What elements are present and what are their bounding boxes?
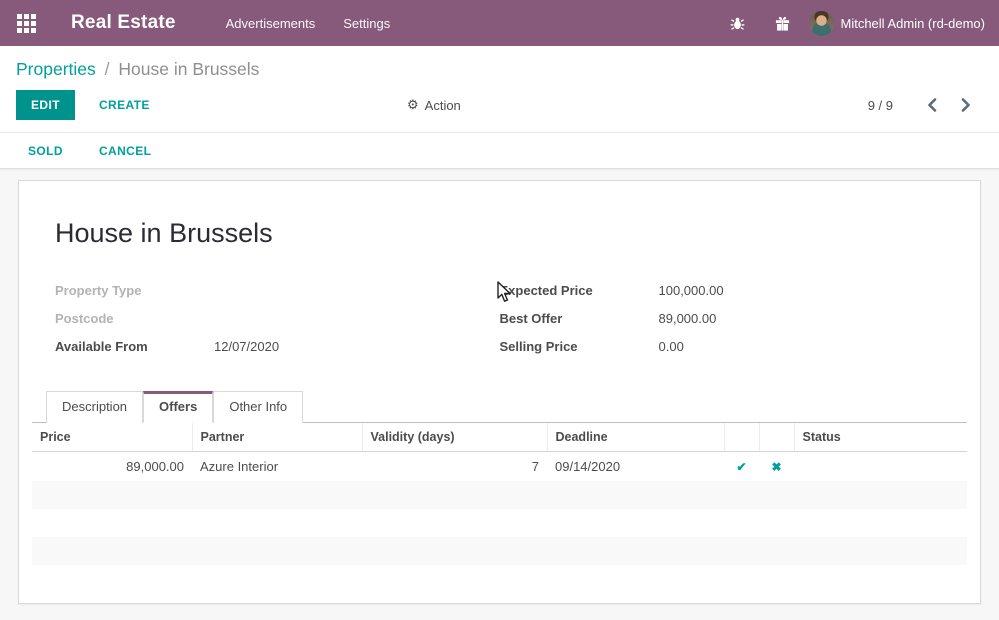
offer-row[interactable]: 89,000.00 Azure Interior 7 09/14/2020 ✔ … — [32, 452, 967, 482]
breadcrumb-current: House in Brussels — [118, 59, 259, 79]
offer-price: 89,000.00 — [32, 452, 192, 482]
user-name: Mitchell Admin (rd-demo) — [841, 16, 986, 31]
field-property-type: Property Type — [55, 283, 500, 300]
available-from-label: Available From — [55, 339, 214, 356]
status-column-header[interactable]: Status — [794, 423, 967, 452]
pager-next-button[interactable] — [949, 94, 983, 116]
available-from-value: 12/07/2020 — [214, 339, 279, 356]
field-available-from: Available From 12/07/2020 — [55, 339, 500, 356]
chevron-right-icon — [961, 98, 971, 112]
apps-menu-icon[interactable] — [0, 0, 53, 46]
field-best-offer: Best Offer 89,000.00 — [500, 311, 945, 328]
accept-column-header — [724, 423, 759, 452]
property-type-label: Property Type — [55, 283, 214, 300]
pager: 9 / 9 — [868, 94, 983, 116]
accept-offer-check-icon[interactable]: ✔ — [736, 460, 746, 474]
main-menu: Advertisements Settings — [212, 0, 405, 46]
expected-price-value: 100,000.00 — [659, 283, 724, 300]
form-statusbar: SOLD CANCEL — [0, 133, 999, 169]
user-avatar — [809, 11, 834, 36]
menu-settings[interactable]: Settings — [329, 0, 404, 46]
action-label: Action — [425, 98, 461, 113]
deadline-column-header[interactable]: Deadline — [547, 423, 724, 452]
breadcrumb-properties-link[interactable]: Properties — [16, 59, 96, 79]
expected-price-label: Expected Price — [500, 283, 659, 300]
field-selling-price: Selling Price 0.00 — [500, 339, 945, 356]
menu-advertisements[interactable]: Advertisements — [212, 0, 330, 46]
offer-validity: 7 — [362, 452, 547, 482]
offers-header-row: Price Partner Validity (days) Deadline S… — [32, 423, 967, 452]
offers-table: Price Partner Validity (days) Deadline S… — [32, 423, 967, 593]
top-navbar: Real Estate Advertisements Settings — [0, 0, 999, 46]
refuse-column-header — [759, 423, 794, 452]
tab-bar: Description Offers Other Info — [32, 390, 967, 423]
offer-status — [794, 452, 967, 482]
navbar-right: Mitchell Admin (rd-demo) — [715, 0, 999, 46]
grid-icon — [17, 14, 36, 33]
record-title: House in Brussels — [55, 218, 944, 249]
price-column-header[interactable]: Price — [32, 423, 192, 452]
field-group-right: Expected Price 100,000.00 Best Offer 89,… — [500, 283, 945, 367]
offer-partner: Azure Interior — [192, 452, 362, 482]
selling-price-label: Selling Price — [500, 339, 659, 356]
form-sheet: House in Brussels Property Type Postcode… — [18, 180, 981, 604]
empty-row — [32, 481, 967, 509]
tab-other-info[interactable]: Other Info — [213, 391, 303, 423]
action-menu-button[interactable]: ⚙ Action — [407, 97, 461, 113]
postcode-label: Postcode — [55, 311, 214, 328]
validity-column-header[interactable]: Validity (days) — [362, 423, 547, 452]
refuse-offer-x-icon[interactable]: ✖ — [771, 460, 781, 474]
tab-description[interactable]: Description — [46, 391, 143, 423]
empty-row — [32, 565, 967, 593]
gift-icon[interactable] — [760, 0, 805, 46]
breadcrumb: Properties / House in Brussels — [0, 46, 999, 90]
field-groups: Property Type Postcode Available From 12… — [55, 283, 944, 367]
user-menu[interactable]: Mitchell Admin (rd-demo) — [805, 0, 999, 46]
best-offer-label: Best Offer — [500, 311, 659, 328]
content-area: House in Brussels Property Type Postcode… — [0, 169, 999, 604]
partner-column-header[interactable]: Partner — [192, 423, 362, 452]
edit-button[interactable]: EDIT — [16, 90, 75, 120]
cancel-button[interactable]: CANCEL — [87, 138, 163, 164]
pager-previous-button[interactable] — [915, 94, 949, 116]
field-group-left: Property Type Postcode Available From 12… — [55, 283, 500, 367]
empty-row — [32, 509, 967, 537]
breadcrumb-separator: / — [101, 59, 114, 79]
offer-deadline: 09/14/2020 — [547, 452, 724, 482]
tab-offers[interactable]: Offers — [143, 391, 213, 423]
field-postcode: Postcode — [55, 311, 500, 328]
notebook: Description Offers Other Info Price Part… — [32, 390, 967, 593]
create-button[interactable]: CREATE — [89, 91, 160, 119]
sold-button[interactable]: SOLD — [16, 138, 75, 164]
empty-row — [32, 537, 967, 565]
field-expected-price: Expected Price 100,000.00 — [500, 283, 945, 300]
selling-price-value: 0.00 — [659, 339, 684, 356]
pager-value: 9 / 9 — [868, 98, 893, 113]
control-buttons-row: EDIT CREATE ⚙ Action 9 / 9 — [0, 90, 999, 133]
debug-bug-icon[interactable] — [715, 0, 760, 46]
gear-icon: ⚙ — [407, 97, 419, 113]
chevron-left-icon — [927, 98, 937, 112]
app-brand[interactable]: Real Estate — [53, 12, 188, 34]
best-offer-value: 89,000.00 — [659, 311, 717, 328]
control-panel: Properties / House in Brussels EDIT CREA… — [0, 46, 999, 133]
